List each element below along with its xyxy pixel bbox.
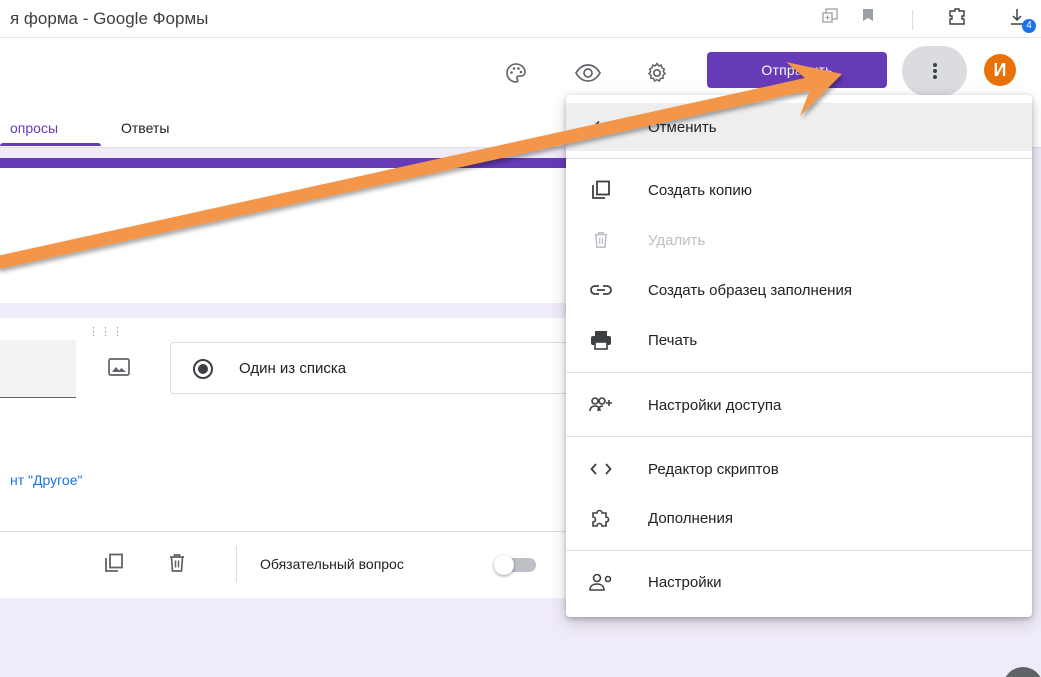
more-options-menu: Отменить Создать копию Удалить Создать о…: [566, 95, 1032, 617]
menu-divider: [566, 372, 1032, 373]
settings-gear-icon[interactable]: [644, 60, 670, 86]
add-other-option-link[interactable]: нт "Другое": [10, 472, 82, 488]
copy-icon: [588, 178, 614, 202]
question-card[interactable]: ⋮⋮⋮ Один из списка нт "Другое" Обязатель…: [0, 318, 600, 598]
titlebar-divider: [912, 10, 913, 30]
add-image-icon[interactable]: [108, 358, 130, 376]
menu-item-preferences[interactable]: Настройки: [566, 558, 1032, 606]
menu-item-label: Создать копию: [648, 181, 752, 199]
question-type-label: Один из списка: [239, 360, 347, 377]
delete-question-icon[interactable]: [167, 553, 187, 573]
menu-item-label: Настройки: [648, 573, 722, 591]
menu-divider: [566, 550, 1032, 551]
menu-item-delete: Удалить: [566, 216, 1032, 264]
palette-icon[interactable]: [503, 60, 529, 86]
add-people-icon: [588, 393, 614, 417]
browser-titlebar: я форма - Google Формы 4: [0, 0, 1041, 38]
trash-icon: [588, 228, 614, 252]
menu-item-print[interactable]: Печать: [566, 316, 1032, 364]
more-vert-icon: [932, 63, 937, 79]
menu-item-label: Удалить: [648, 231, 706, 249]
required-toggle[interactable]: [494, 555, 536, 575]
browser-tab-title: я форма - Google Формы: [10, 9, 209, 28]
question-title-input[interactable]: [0, 340, 76, 398]
menu-item-collaborators[interactable]: Настройки доступа: [566, 381, 1032, 429]
footer-divider: [236, 546, 237, 582]
tab-answers[interactable]: Ответы: [121, 120, 169, 136]
menu-divider: [566, 436, 1032, 437]
card-accent-stripe: [0, 158, 600, 168]
extensions-icon[interactable]: [948, 8, 968, 31]
preview-eye-icon[interactable]: [575, 60, 601, 86]
menu-item-make-copy[interactable]: Создать копию: [566, 166, 1032, 214]
send-button[interactable]: Отправить: [707, 52, 887, 88]
menu-item-label: Настройки доступа: [648, 396, 782, 414]
menu-item-label: Печать: [648, 331, 698, 349]
menu-item-label: Создать образец заполнения: [648, 281, 852, 299]
floating-help-button[interactable]: [1003, 667, 1041, 677]
menu-item-label: Редактор скриптов: [648, 460, 779, 478]
account-avatar[interactable]: И: [984, 54, 1016, 86]
active-tab-indicator: [0, 143, 101, 146]
form-title-card: [0, 158, 600, 303]
drag-handle-icon[interactable]: ⋮⋮⋮: [88, 325, 124, 338]
more-options-button[interactable]: [902, 46, 967, 96]
puzzle-icon: [588, 506, 614, 530]
menu-divider: [566, 158, 1032, 159]
code-brackets-icon: [588, 457, 614, 481]
tab-group-icon[interactable]: [822, 8, 838, 29]
undo-arrow-icon: [588, 115, 614, 139]
person-settings-icon: [588, 570, 614, 594]
question-type-select[interactable]: Один из списка: [170, 342, 590, 394]
menu-item-prefilled-link[interactable]: Создать образец заполнения: [566, 266, 1032, 314]
menu-item-undo[interactable]: Отменить: [566, 103, 1032, 151]
printer-icon: [588, 328, 614, 352]
duplicate-question-icon[interactable]: [104, 553, 124, 573]
menu-item-label: Дополнения: [648, 509, 733, 527]
menu-item-script-editor[interactable]: Редактор скриптов: [566, 445, 1032, 493]
card-footer-divider: [0, 531, 600, 532]
download-count-badge: 4: [1022, 19, 1036, 33]
link-icon: [588, 278, 614, 302]
menu-item-addons[interactable]: Дополнения: [566, 494, 1032, 542]
radio-button-icon: [193, 359, 213, 379]
bookmark-icon[interactable]: [862, 8, 874, 27]
required-question-label: Обязательный вопрос: [260, 556, 404, 572]
tab-questions[interactable]: опросы: [10, 120, 58, 136]
menu-item-label: Отменить: [648, 118, 717, 136]
